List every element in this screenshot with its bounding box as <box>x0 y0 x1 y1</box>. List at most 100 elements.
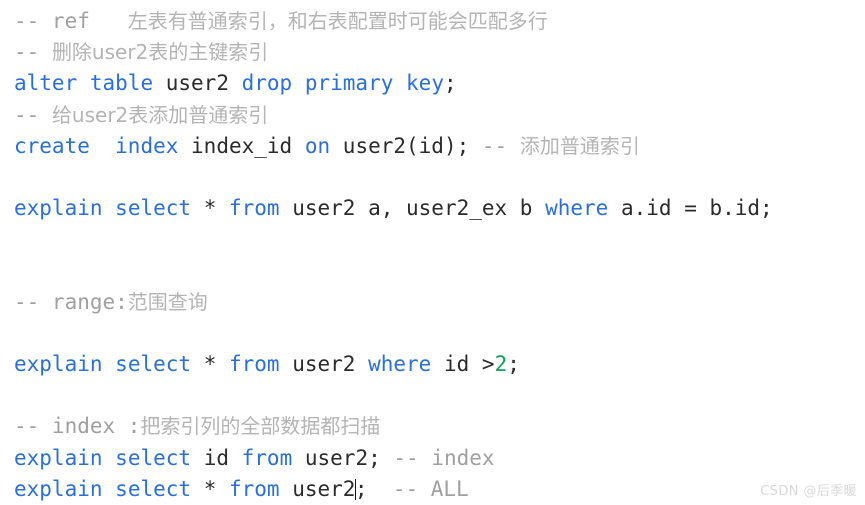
comment-token: -- <box>14 40 52 65</box>
sql-identifier: id <box>203 445 229 470</box>
sql-keyword: key <box>406 71 444 96</box>
sql-identifier: user2 <box>165 71 229 96</box>
comment-token: -- index <box>393 445 495 470</box>
sql-keyword: from <box>229 352 280 377</box>
code-editor-surface[interactable]: -- ref 左表有普通索引，和右表配置时可能会匹配多行 -- 删除user2表… <box>0 0 865 505</box>
comment-token: -- index : <box>14 414 141 439</box>
sql-identifier: user2 <box>292 476 356 501</box>
code-line[interactable]: -- range:范围查询 <box>14 287 865 318</box>
sql-keyword: from <box>241 445 293 470</box>
code-line[interactable]: explain select * from user2 where id >2; <box>14 349 865 380</box>
code-line-blank[interactable] <box>14 162 865 193</box>
code-line-blank[interactable] <box>14 256 865 287</box>
code-line[interactable]: -- 给user2表添加普通索引 <box>14 100 865 131</box>
comment-cjk-token: 添加普通索引 <box>519 133 640 158</box>
comment-token: -- <box>14 102 52 127</box>
sql-keyword: from <box>229 196 280 221</box>
code-line[interactable]: -- index :把索引列的全部数据都扫描 <box>14 411 865 442</box>
code-line[interactable]: explain select * from user2 a, user2_ex … <box>14 193 865 224</box>
sql-identifier: user2 <box>292 352 356 377</box>
sql-punctuation: ; <box>507 352 520 377</box>
sql-star: * <box>203 476 217 501</box>
sql-keyword: explain <box>14 352 103 377</box>
comment-token: -- <box>481 133 520 158</box>
comment-cjk-token: 给user2表添加普通索引 <box>51 102 269 127</box>
code-line-active[interactable]: explain select * from user2; -- ALL <box>14 474 865 505</box>
csdn-watermark: CSDN @后季暖 <box>760 484 857 499</box>
comment-token: -- ref <box>14 9 128 33</box>
comment-token: -- ALL <box>392 476 469 501</box>
sql-identifier: user2; <box>304 445 381 470</box>
sql-keyword: alter <box>14 71 78 96</box>
sql-punctuation: ; <box>443 71 457 96</box>
sql-keyword: primary <box>304 71 394 96</box>
code-line-blank[interactable] <box>14 380 865 411</box>
comment-cjk-token: 左表有普通索引，和右表配置时可能会匹配多行 <box>127 9 548 33</box>
sql-keyword: table <box>89 71 154 96</box>
sql-keyword: explain <box>14 196 103 221</box>
code-line[interactable]: -- ref 左表有普通索引，和右表配置时可能会匹配多行 <box>14 6 865 37</box>
code-line[interactable]: explain select id from user2; -- index <box>14 443 865 474</box>
sql-keyword: where <box>368 352 432 377</box>
sql-keyword: index <box>115 133 179 158</box>
sql-keyword: select <box>115 476 192 501</box>
sql-identifier: user2(id); <box>342 133 470 158</box>
sql-keyword: select <box>115 196 192 221</box>
sql-expression: id > <box>443 352 495 377</box>
sql-keyword: explain <box>14 476 103 501</box>
sql-star: * <box>203 352 217 377</box>
sql-keyword: from <box>229 476 280 501</box>
sql-keyword: where <box>545 196 609 221</box>
comment-cjk-token: 把索引列的全部数据都扫描 <box>140 414 381 439</box>
sql-identifier: index_id <box>191 133 293 158</box>
sql-keyword: explain <box>14 445 103 470</box>
code-line[interactable]: -- 删除user2表的主键索引 <box>14 37 865 68</box>
code-line[interactable]: create index index_id on user2(id); -- 添… <box>14 131 865 162</box>
sql-star: * <box>203 196 217 221</box>
sql-expression: a.id = b.id; <box>620 196 773 221</box>
sql-keyword: select <box>115 445 192 470</box>
comment-cjk-token: 范围查询 <box>127 289 208 314</box>
code-line[interactable]: alter table user2 drop primary key; <box>14 68 865 99</box>
comment-token: -- range: <box>14 289 128 314</box>
sql-keyword: on <box>304 133 331 158</box>
sql-identifier: user2 a, user2_ex b <box>292 196 533 221</box>
code-line-blank[interactable] <box>14 224 865 255</box>
sql-keyword: drop <box>241 71 293 96</box>
code-line-blank[interactable] <box>14 318 865 349</box>
sql-number-literal: 2 <box>494 352 508 377</box>
comment-cjk-token: 删除user2表的主键索引 <box>51 40 269 65</box>
sql-keyword: select <box>115 352 192 377</box>
